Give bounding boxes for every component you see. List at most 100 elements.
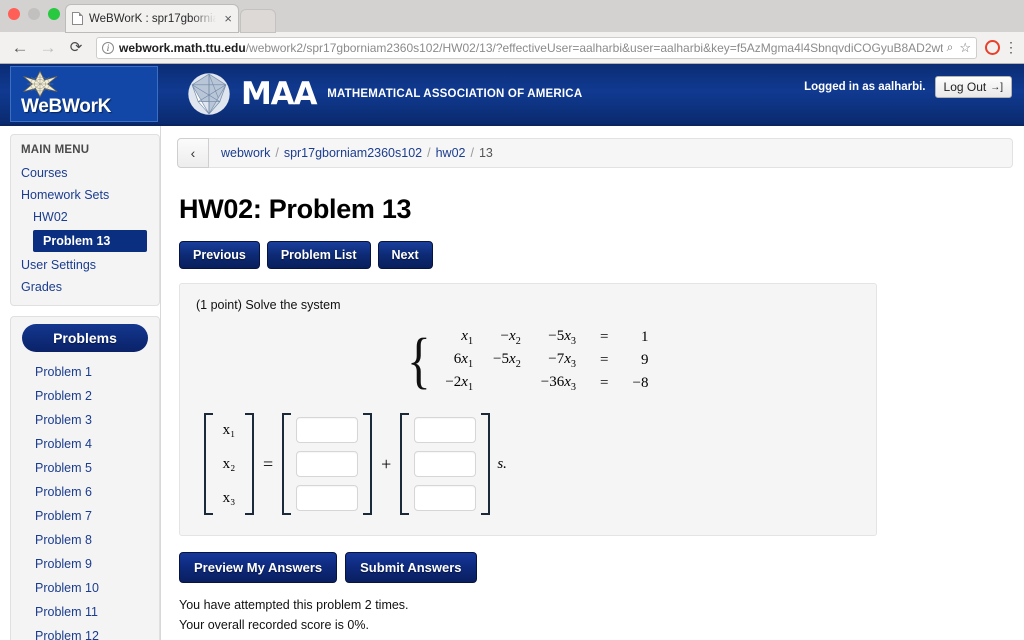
- submit-answers-button[interactable]: Submit Answers: [345, 552, 477, 583]
- sidebar-item-hw02[interactable]: HW02: [11, 206, 159, 228]
- lhs-entry-x3: x₃: [222, 489, 236, 506]
- eq2-term3: −7x3: [548, 351, 577, 370]
- webwork-logo[interactable]: WeBWorK: [10, 66, 158, 122]
- eq1-term3: −5x3: [548, 328, 577, 347]
- problem-link-1[interactable]: Problem 1: [11, 360, 159, 384]
- browser-menu-icon[interactable]: ⋮: [1004, 40, 1018, 55]
- logout-label: Log Out: [943, 80, 987, 94]
- omnibox-icons: ⌕ ☆: [943, 40, 971, 56]
- eq3-rhs: −8: [632, 375, 649, 391]
- sidebar-item-user-settings[interactable]: User Settings: [11, 254, 159, 276]
- bracket-left-icon: [204, 413, 213, 515]
- attempts-status: You have attempted this problem 2 times.: [179, 598, 409, 612]
- back-icon[interactable]: ←: [8, 39, 32, 56]
- lhs-vector: x₁ x₂ x₃: [204, 413, 254, 515]
- address-bar[interactable]: i webwork.math.ttu.edu/webwork2/spr17gbo…: [96, 36, 977, 59]
- problem-link-8[interactable]: Problem 8: [11, 528, 159, 552]
- equation-row: −2x1 −36x3 = −8: [435, 372, 652, 395]
- equation-row: 6x1 −5x2 −7x3 = 9: [435, 349, 652, 372]
- tab-title: WeBWorK : spr17gborniam236: [89, 12, 220, 25]
- sidebar-item-grades[interactable]: Grades: [11, 276, 159, 298]
- browser-toolbar: ← → ⟳ i webwork.math.ttu.edu/webwork2/sp…: [0, 32, 1024, 64]
- sidebar-item-courses[interactable]: Courses: [11, 162, 159, 184]
- problem-nav-buttons: Previous Problem List Next: [179, 241, 1024, 269]
- main-content: ‹ webwork / spr17gborniam2360s102 / hw02…: [161, 126, 1024, 640]
- preview-answers-button[interactable]: Preview My Answers: [179, 552, 338, 583]
- answer-input-v1-row1[interactable]: [296, 417, 359, 443]
- problem-link-9[interactable]: Problem 9: [11, 552, 159, 576]
- lhs-entry-x2: x₂: [222, 455, 236, 472]
- main-menu-panel: MAIN MENU Courses Homework Sets HW02 Pro…: [10, 134, 160, 306]
- answer-vector-2: [400, 413, 491, 515]
- bracket-right-icon: [363, 413, 373, 515]
- site-info-icon[interactable]: i: [102, 41, 114, 54]
- bracket-right-icon: [245, 413, 254, 515]
- problem-link-7[interactable]: Problem 7: [11, 504, 159, 528]
- bracket-left-icon: [282, 413, 292, 515]
- problems-button[interactable]: Problems: [22, 324, 148, 352]
- previous-button[interactable]: Previous: [179, 241, 260, 269]
- sidebar-item-problem-13[interactable]: Problem 13: [33, 230, 147, 252]
- parameter-s: s.: [497, 455, 507, 472]
- remaining-status: You have unlimited attempts remaining.: [179, 636, 1024, 640]
- webwork-star-icon: [23, 70, 58, 98]
- login-status-area: Logged in as aalharbi. Log Out →]: [804, 76, 1012, 98]
- system-of-equations: { x1 −x2 −5x3 = 1 6x1 −5x2 −7x3 = 9 −2x1…: [196, 326, 860, 395]
- problem-list-button[interactable]: Problem List: [266, 241, 371, 269]
- eq2-rhs: 9: [640, 352, 649, 368]
- page-title: HW02: Problem 13: [179, 194, 412, 224]
- problem-link-5[interactable]: Problem 5: [11, 456, 159, 480]
- close-tab-icon[interactable]: ×: [220, 12, 232, 25]
- next-button[interactable]: Next: [377, 241, 433, 269]
- eq2-equals: =: [600, 352, 609, 368]
- forward-icon[interactable]: →: [36, 39, 60, 56]
- page-favicon-icon: [72, 12, 83, 25]
- answer-input-v2-row2[interactable]: [414, 451, 477, 477]
- page-content: WeBWorK MAA MATHEMATICAL ASSOCIATION OF …: [0, 64, 1024, 640]
- status-messages: You have attempted this problem 2 times.…: [177, 595, 1024, 640]
- sidebar-item-homework-sets[interactable]: Homework Sets: [11, 184, 159, 206]
- problem-link-11[interactable]: Problem 11: [11, 600, 159, 624]
- logout-button[interactable]: Log Out →]: [934, 76, 1012, 98]
- problem-link-12[interactable]: Problem 12: [11, 624, 159, 640]
- answer-input-v1-row3[interactable]: [296, 485, 359, 511]
- problem-link-10[interactable]: Problem 10: [11, 576, 159, 600]
- eq1-equals: =: [600, 329, 609, 345]
- eq3-term2: [483, 372, 531, 395]
- opera-extension-icon[interactable]: [985, 40, 1000, 55]
- problem-link-2[interactable]: Problem 2: [11, 384, 159, 408]
- answer-input-v2-row1[interactable]: [414, 417, 477, 443]
- close-window-button[interactable]: [8, 8, 20, 20]
- problems-panel: Problems Problem 1 Problem 2 Problem 3 P…: [10, 316, 160, 640]
- problem-link-4[interactable]: Problem 4: [11, 432, 159, 456]
- answer-input-v2-row3[interactable]: [414, 485, 477, 511]
- breadcrumb-item-webwork[interactable]: webwork: [221, 146, 270, 160]
- problem-link-6[interactable]: Problem 6: [11, 480, 159, 504]
- breadcrumb-item-course[interactable]: spr17gborniam2360s102: [284, 146, 422, 160]
- breadcrumb-item-set[interactable]: hw02: [436, 146, 466, 160]
- eq1-term1: x1: [461, 328, 474, 347]
- bracket-left-icon: [400, 413, 410, 515]
- equals-sign: =: [263, 453, 274, 474]
- maa-icosahedron-icon: [188, 73, 230, 115]
- answer-input-v1-row2[interactable]: [296, 451, 359, 477]
- eq1-rhs: 1: [640, 329, 649, 345]
- maximize-window-button[interactable]: [48, 8, 60, 20]
- browser-tab[interactable]: WeBWorK : spr17gborniam236 ×: [66, 5, 238, 32]
- eq3-term1: −2x1: [445, 374, 474, 393]
- minimize-window-button[interactable]: [28, 8, 40, 20]
- bookmark-star-icon[interactable]: ☆: [959, 40, 971, 56]
- problem-statement: (1 point) Solve the system: [196, 298, 341, 312]
- maa-subtitle: MATHEMATICAL ASSOCIATION OF AMERICA: [327, 88, 583, 100]
- site-header: WeBWorK MAA MATHEMATICAL ASSOCIATION OF …: [0, 64, 1024, 126]
- new-tab-button[interactable]: [241, 10, 275, 32]
- zoom-icon[interactable]: ⌕: [947, 40, 954, 55]
- problem-link-3[interactable]: Problem 3: [11, 408, 159, 432]
- eq1-term2: −x2: [500, 328, 521, 347]
- breadcrumb-separator: /: [470, 146, 474, 160]
- score-status: Your overall recorded score is 0%.: [179, 618, 369, 633]
- breadcrumb-back-button[interactable]: ‹: [177, 138, 209, 168]
- plus-sign: +: [381, 453, 392, 474]
- submit-buttons: Preview My Answers Submit Answers: [179, 552, 1024, 583]
- reload-icon[interactable]: ⟳: [64, 40, 88, 55]
